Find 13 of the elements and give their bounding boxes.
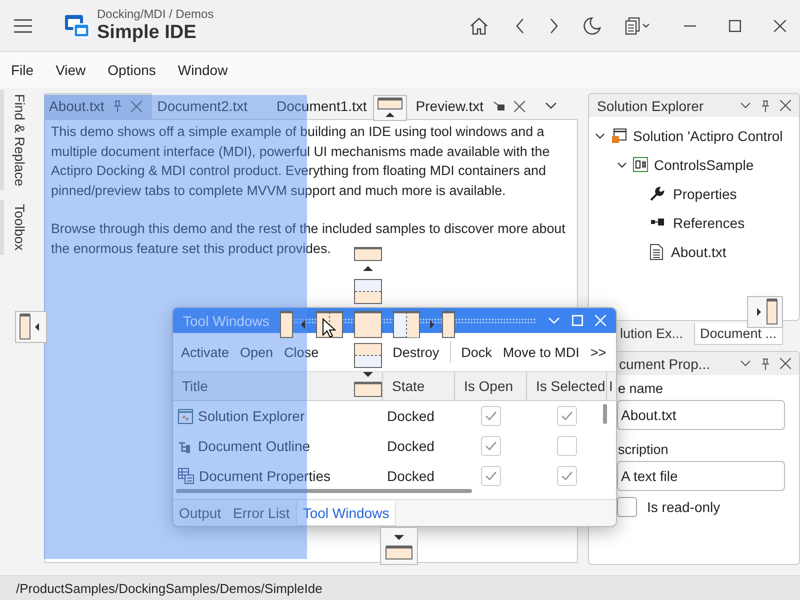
- status-path: /ProductSamples/DockingSamples/Demos/SimpleIde: [16, 580, 322, 596]
- field-label: e name: [618, 381, 664, 396]
- table-cell-text: Docked: [386, 468, 436, 484]
- field-label: scription: [618, 442, 670, 457]
- breadcrumb: Docking/MDI / Demos: [97, 7, 214, 21]
- window-title: Tool Windows: [183, 312, 270, 328]
- app-title: Simple IDE: [97, 22, 198, 44]
- checkbox-label: Is read-only: [647, 499, 720, 515]
- panel-title: Solution Explorer: [597, 98, 705, 114]
- table-cell: Solution Explorer: [198, 408, 305, 424]
- table-cell-text: Docked: [386, 438, 436, 454]
- panel-title: cument Prop...: [618, 356, 710, 372]
- table-cell-text: Docked: [386, 408, 436, 424]
